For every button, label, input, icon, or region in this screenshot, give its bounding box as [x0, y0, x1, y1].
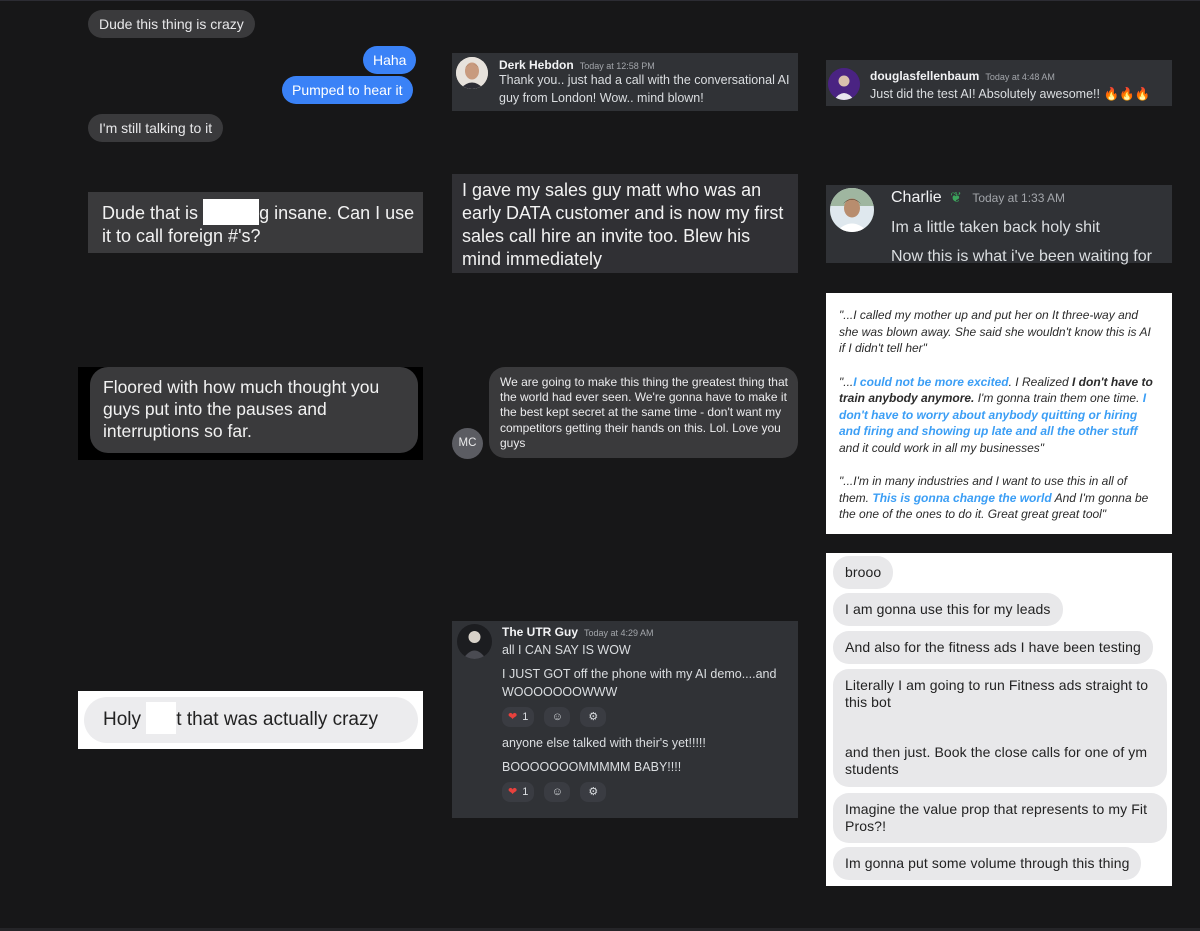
avatar-photo-icon — [830, 188, 874, 232]
quote-fragment: and it could work in all my businesses" — [839, 440, 1045, 455]
message-text: all I CAN SAY IS WOW — [502, 643, 631, 657]
reaction-row: ❤ 1 ☺ ⚙ — [502, 707, 798, 727]
message-text: Literally I am going to run Fitness ads … — [845, 677, 1149, 710]
message-bubble: I am gonna use this for my leads — [833, 593, 1063, 626]
quote-text: "...I'm in many industries and I want to… — [839, 473, 1160, 523]
add-reaction-button[interactable]: ☺ — [544, 782, 571, 802]
emoji-add-icon: ☺ — [551, 711, 563, 723]
message-text-group: all I CAN SAY IS WOW I JUST GOT off the … — [502, 641, 798, 802]
message-bubble: Literally I am going to run Fitness ads … — [833, 669, 1167, 787]
timestamp: Today at 1:33 AM — [972, 191, 1066, 205]
timestamp: Today at 12:58 PM — [579, 61, 655, 71]
redaction-box — [146, 701, 177, 734]
sticker-icon: ⚙ — [588, 711, 599, 723]
heart-icon: ❤ — [508, 786, 518, 798]
quote-highlight: I could not be more excited — [853, 374, 1009, 389]
message-bubble: I'm still talking to it — [88, 114, 224, 142]
message-bubble: And also for the fitness ads I have been… — [833, 631, 1153, 664]
discord-message: Charlie ❦ Today at 1:33 AM Im a little t… — [826, 185, 1172, 265]
redaction-box — [203, 199, 260, 226]
message-text: I JUST GOT off the phone with my AI demo… — [502, 667, 777, 699]
message-card: I gave my sales guy matt who was an earl… — [452, 174, 798, 273]
message-thread-light: brooo I am gonna use this for my leads A… — [826, 553, 1172, 886]
message-group: MC We are going to make this thing the g… — [452, 367, 798, 459]
user-avatar — [457, 624, 492, 659]
username[interactable]: The UTR Guy — [502, 625, 578, 639]
quote-fragment: I'm gonna train them one time. — [974, 391, 1143, 405]
message-text: Now this is what i've been waiting for — [891, 248, 1152, 265]
heart-reaction[interactable]: ❤ 1 — [502, 707, 535, 727]
quote-fragment: "... — [839, 374, 854, 389]
username[interactable]: Derk Hebdon — [499, 58, 574, 72]
message-bubble-sent: Haha — [363, 46, 417, 74]
message-bubble-sent: Pumped to hear it — [282, 76, 413, 104]
quote-text: "...I called my mother up and put her on… — [839, 308, 1151, 355]
message-text-group: Im a little taken back holy shit Now thi… — [891, 213, 1171, 271]
heart-reaction[interactable]: ❤ 1 — [502, 782, 535, 802]
quote-highlight: This is gonna change the world — [872, 490, 1052, 505]
message-text: BOOOOOOOMMMMM BABY!!!! — [502, 760, 682, 774]
user-avatar — [456, 57, 488, 89]
message-card-frame: Floored with how much thought you guys p… — [78, 367, 423, 460]
timestamp: Today at 4:29 AM — [584, 628, 654, 638]
message-card: Dude that is g insane. Can I use it to c… — [88, 192, 423, 253]
avatar-photo-icon — [828, 68, 860, 100]
user-avatar — [830, 188, 874, 232]
message-text: it to call foreign #'s? — [102, 226, 261, 247]
quote-text: "...I could not be more excited. I Reali… — [839, 374, 1160, 457]
avatar-photo-icon — [456, 57, 488, 89]
message-bubble: Imagine the value prop that represents t… — [833, 793, 1167, 843]
message-text: t that was actually crazy — [176, 709, 378, 730]
timestamp: Today at 4:48 AM — [985, 72, 1055, 82]
sticker-icon: ⚙ — [588, 786, 599, 798]
message-bubble: Im gonna put some volume through this th… — [833, 847, 1142, 880]
message-text: Holy — [103, 709, 147, 730]
message-text: Dude that is — [102, 203, 204, 223]
message-text: Thank you.. just had a call with the con… — [499, 73, 790, 105]
message-text: Just did the test AI! Absolutely awesome… — [870, 87, 1151, 101]
reaction-count: 1 — [522, 711, 529, 723]
testimonial-quotes: "...I called my mother up and put her on… — [826, 293, 1172, 534]
message-text: Im a little taken back holy shit — [891, 219, 1100, 236]
user-avatar — [828, 68, 860, 100]
quote-fragment: . I Realized — [1008, 374, 1073, 389]
discord-message: The UTR Guy Today at 4:29 AM all I CAN SA… — [452, 621, 798, 818]
avatar-photo-icon — [457, 624, 492, 659]
message-bubble: brooo — [833, 556, 894, 589]
message-card-frame: Holy t that was actually crazy — [78, 691, 423, 749]
add-reaction-button[interactable]: ⚙ — [580, 707, 607, 727]
message-card: Holy t that was actually crazy — [84, 697, 418, 743]
message-text: and then just. Book the close calls for … — [845, 744, 1148, 777]
username[interactable]: douglasfellenbaum — [870, 69, 979, 83]
reaction-row: ❤ 1 ☺ ⚙ — [502, 782, 798, 802]
user-avatar: MC — [452, 428, 483, 459]
message-card: Floored with how much thought you guys p… — [90, 367, 418, 453]
discord-message: douglasfellenbaum Today at 4:48 AM Just d… — [826, 60, 1172, 106]
add-reaction-button[interactable]: ☺ — [544, 707, 571, 727]
username[interactable]: Charlie — [891, 189, 942, 206]
sprout-badge-icon: ❦ — [950, 189, 962, 205]
discord-message: Derk Hebdon Today at 12:58 PM Thank you..… — [452, 53, 798, 111]
message-bubble: Dude this thing is crazy — [88, 10, 255, 38]
add-reaction-button[interactable]: ⚙ — [580, 782, 607, 802]
message-bubble: We are going to make this thing the grea… — [489, 367, 798, 458]
emoji-add-icon: ☺ — [551, 786, 563, 798]
message-text: anyone else talked with their's yet!!!!! — [502, 736, 706, 750]
heart-icon: ❤ — [508, 711, 518, 723]
message-text: g insane. Can I use — [259, 203, 415, 223]
reaction-count: 1 — [522, 786, 529, 798]
